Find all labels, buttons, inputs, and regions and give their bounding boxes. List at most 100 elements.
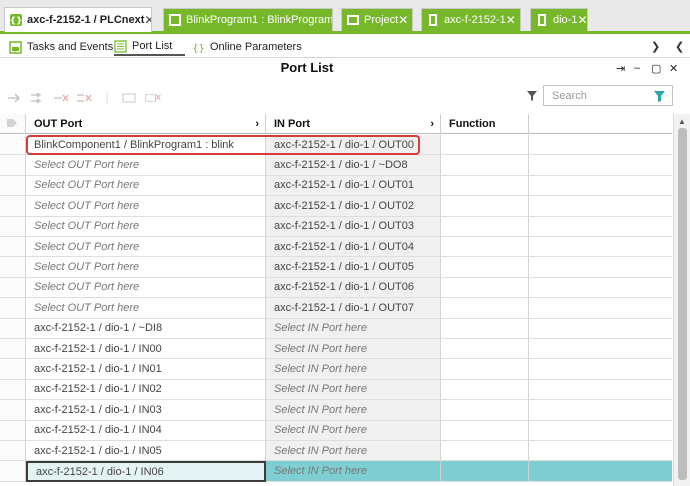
table-row[interactable]: axc-f-2152-1 / dio-1 / IN05 Select IN Por… — [0, 441, 672, 462]
in-port-cell[interactable]: Select IN Port here — [266, 461, 441, 482]
function-cell[interactable] — [441, 420, 529, 441]
maximize-icon[interactable]: ▢ — [651, 62, 661, 75]
row-indicator[interactable] — [0, 400, 26, 421]
out-port-cell[interactable]: BlinkComponent1 / BlinkProgram1 : blink — [26, 135, 266, 156]
column-header-in-port[interactable]: IN Port › — [266, 114, 441, 134]
in-port-cell[interactable]: axc-f-2152-1 / dio-1 / OUT04 — [266, 237, 441, 258]
pin-icon[interactable]: ⇥ — [616, 62, 625, 75]
scrollbar-thumb[interactable] — [678, 128, 687, 480]
chevron-up-icon[interactable]: ❮ — [675, 40, 684, 53]
function-cell[interactable] — [441, 441, 529, 462]
out-port-cell[interactable]: Select OUT Port here — [26, 216, 266, 237]
table-row[interactable]: axc-f-2152-1 / dio-1 / IN03 Select IN Por… — [0, 400, 672, 421]
filter-search-icon[interactable] — [653, 90, 666, 103]
in-port-cell[interactable]: axc-f-2152-1 / dio-1 / OUT01 — [266, 175, 441, 197]
tab-project[interactable]: Project ✕ — [341, 8, 413, 31]
row-indicator[interactable] — [0, 318, 26, 339]
out-port-cell[interactable]: Select OUT Port here — [26, 298, 266, 319]
table-row[interactable]: Select OUT Port here axc-f-2152-1 / dio-1… — [0, 237, 672, 258]
tab-plcnext[interactable]: {} axc-f-2152-1 / PLCnext ✕ — [4, 7, 152, 32]
remove-row-icon[interactable] — [144, 91, 162, 105]
in-port-cell[interactable]: axc-f-2152-1 / dio-1 / OUT03 — [266, 216, 441, 237]
in-port-cell[interactable]: Select IN Port here — [266, 318, 441, 339]
out-port-cell[interactable]: Select OUT Port here — [26, 257, 266, 278]
function-cell[interactable] — [441, 298, 529, 319]
close-icon[interactable]: ✕ — [577, 13, 587, 27]
function-cell[interactable] — [441, 196, 529, 217]
out-port-cell[interactable]: Select OUT Port here — [26, 155, 266, 176]
column-header-function[interactable]: Function — [441, 114, 529, 134]
out-port-cell[interactable]: axc-f-2152-1 / dio-1 / IN06 — [26, 461, 266, 482]
in-port-cell[interactable]: Select IN Port here — [266, 400, 441, 421]
table-row[interactable]: axc-f-2152-1 / dio-1 / IN01 Select IN Por… — [0, 359, 672, 380]
row-indicator[interactable] — [0, 175, 26, 197]
chevron-down-icon[interactable]: ❯ — [651, 40, 660, 53]
table-row[interactable]: axc-f-2152-1 / dio-1 / IN02 Select IN Por… — [0, 379, 672, 401]
disconnect-icon[interactable] — [52, 91, 70, 105]
row-indicator[interactable] — [0, 359, 26, 380]
out-port-cell[interactable]: axc-f-2152-1 / dio-1 / IN00 — [26, 339, 266, 360]
tab-dio[interactable]: dio-1 ✕ — [530, 8, 588, 31]
out-port-cell[interactable]: axc-f-2152-1 / dio-1 / IN05 — [26, 441, 266, 462]
out-port-cell[interactable]: Select OUT Port here — [26, 277, 266, 299]
out-port-cell[interactable]: Select OUT Port here — [26, 175, 266, 197]
column-header-out-port[interactable]: OUT Port › — [26, 114, 266, 134]
row-indicator[interactable] — [0, 339, 26, 360]
function-cell[interactable] — [441, 379, 529, 401]
vertical-scrollbar[interactable]: ▲ — [673, 114, 690, 486]
connect-icon[interactable] — [6, 91, 24, 105]
row-indicator[interactable] — [0, 298, 26, 319]
add-row-icon[interactable] — [121, 91, 139, 105]
out-port-cell[interactable]: axc-f-2152-1 / dio-1 / IN03 — [26, 400, 266, 421]
close-panel-icon[interactable]: ✕ — [669, 62, 678, 75]
search-input[interactable] — [552, 89, 648, 102]
tab-online-parameters[interactable]: {} Online Parameters — [192, 38, 302, 56]
row-indicator[interactable] — [0, 441, 26, 462]
in-port-cell[interactable]: axc-f-2152-1 / dio-1 / OUT02 — [266, 196, 441, 217]
in-port-cell[interactable]: Select IN Port here — [266, 379, 441, 401]
function-cell[interactable] — [441, 339, 529, 360]
table-row[interactable]: Select OUT Port here axc-f-2152-1 / dio-1… — [0, 216, 672, 237]
table-row[interactable]: Select OUT Port here axc-f-2152-1 / dio-1… — [0, 175, 672, 197]
search-field[interactable] — [543, 85, 673, 106]
function-cell[interactable] — [441, 175, 529, 197]
function-cell[interactable] — [441, 155, 529, 176]
out-port-cell[interactable]: axc-f-2152-1 / dio-1 / ~DI8 — [26, 318, 266, 339]
row-indicator[interactable] — [0, 155, 26, 176]
scroll-up-icon[interactable]: ▲ — [678, 117, 686, 126]
table-row[interactable]: axc-f-2152-1 / dio-1 / IN06 Select IN Por… — [0, 461, 672, 482]
in-port-cell[interactable]: axc-f-2152-1 / dio-1 / OUT05 — [266, 257, 441, 278]
function-cell[interactable] — [441, 135, 529, 156]
table-row[interactable]: axc-f-2152-1 / dio-1 / IN04 Select IN Por… — [0, 420, 672, 441]
function-cell[interactable] — [441, 277, 529, 299]
row-indicator[interactable] — [0, 379, 26, 401]
tab-blinkprogram[interactable]: BlinkProgram1 : BlinkProgram — [163, 8, 333, 31]
function-cell[interactable] — [441, 461, 529, 482]
in-port-cell[interactable]: axc-f-2152-1 / dio-1 / ~DO8 — [266, 155, 441, 176]
row-indicator[interactable] — [0, 420, 26, 441]
clear-filter-icon[interactable] — [6, 117, 20, 130]
close-icon[interactable]: ✕ — [506, 13, 516, 27]
out-port-cell[interactable]: Select OUT Port here — [26, 237, 266, 258]
chevron-right-icon[interactable]: › — [430, 118, 434, 130]
table-row[interactable]: axc-f-2152-1 / dio-1 / IN00 Select IN Por… — [0, 339, 672, 360]
row-indicator[interactable] — [0, 461, 26, 482]
connect-multi-icon[interactable] — [29, 91, 47, 105]
in-port-cell[interactable]: Select IN Port here — [266, 441, 441, 462]
row-indicator[interactable] — [0, 277, 26, 299]
filter-icon[interactable] — [526, 90, 538, 102]
out-port-cell[interactable]: axc-f-2152-1 / dio-1 / IN01 — [26, 359, 266, 380]
table-row[interactable]: Select OUT Port here axc-f-2152-1 / dio-1… — [0, 257, 672, 278]
out-port-cell[interactable]: axc-f-2152-1 / dio-1 / IN02 — [26, 379, 266, 401]
minimize-icon[interactable]: – — [634, 62, 640, 74]
tab-tasks-and-events[interactable]: Tasks and Events — [9, 38, 113, 56]
close-icon[interactable]: ✕ — [144, 13, 151, 27]
table-row[interactable]: BlinkComponent1 / BlinkProgram1 : blink a… — [0, 135, 672, 156]
out-port-cell[interactable]: Select OUT Port here — [26, 196, 266, 217]
function-cell[interactable] — [441, 400, 529, 421]
in-port-cell[interactable]: axc-f-2152-1 / dio-1 / OUT07 — [266, 298, 441, 319]
close-icon[interactable]: ✕ — [398, 13, 408, 27]
table-row[interactable]: Select OUT Port here axc-f-2152-1 / dio-1… — [0, 277, 672, 299]
table-row[interactable]: axc-f-2152-1 / dio-1 / ~DI8 Select IN Por… — [0, 318, 672, 339]
table-row[interactable]: Select OUT Port here axc-f-2152-1 / dio-1… — [0, 298, 672, 319]
